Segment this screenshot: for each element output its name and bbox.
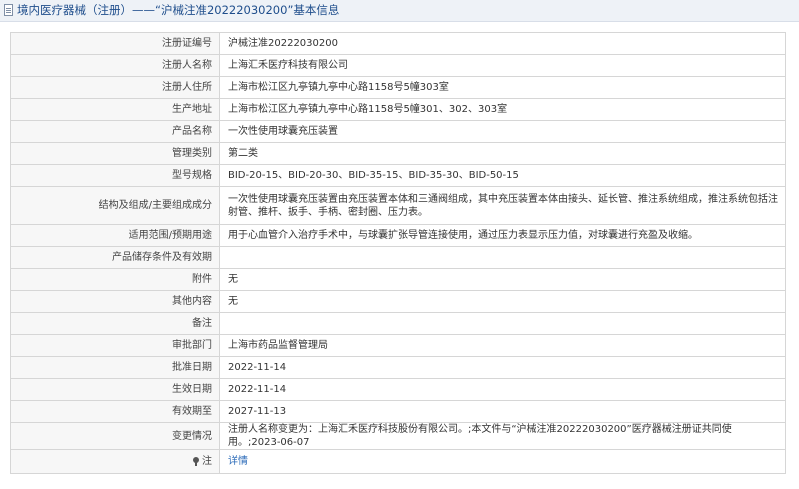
registrant-name-row: 注册人名称 上海汇禾医疗科技有限公司 bbox=[10, 54, 786, 77]
info-table-body: 注册证编号 沪械注准20222030200 注册人名称 上海汇禾医疗科技有限公司 注册人… bbox=[10, 32, 786, 474]
note-label-text: 注 bbox=[202, 455, 212, 467]
field-value: 第二类 bbox=[219, 142, 786, 165]
field-label: 注册人名称 bbox=[10, 54, 220, 77]
field-label: 变更情况 bbox=[10, 422, 220, 450]
intended-use-row: 适用范围/预期用途 用于心血管介入治疗手术中，与球囊扩张导管连接使用，通过压力表显… bbox=[10, 224, 786, 247]
field-value: 2022-11-14 bbox=[219, 378, 786, 401]
field-label: 注册人住所 bbox=[10, 76, 220, 99]
field-value: 沪械注准20222030200 bbox=[219, 32, 786, 55]
info-table: 注册证编号 沪械注准20222030200 注册人名称 上海汇禾医疗科技有限公司 注册人… bbox=[10, 32, 786, 474]
field-value: 上海市松江区九亭镇九亭中心路1158号5幢301、302、303室 bbox=[219, 98, 786, 121]
field-label: 结构及组成/主要组成成分 bbox=[10, 186, 220, 225]
field-label: 型号规格 bbox=[10, 164, 220, 187]
field-value: 一次性使用球囊充压装置 bbox=[219, 120, 786, 143]
approval-department-row: 审批部门 上海市药品监督管理局 bbox=[10, 334, 786, 357]
field-value: 上海汇禾医疗科技有限公司 bbox=[219, 54, 786, 77]
registration-number-row: 注册证编号 沪械注准20222030200 bbox=[10, 32, 786, 55]
field-label: 附件 bbox=[10, 268, 220, 291]
valid-until-row: 有效期至 2027-11-13 bbox=[10, 400, 786, 423]
field-label: 产品名称 bbox=[10, 120, 220, 143]
field-value bbox=[219, 246, 786, 269]
field-value: 2022-11-14 bbox=[219, 356, 786, 379]
pin-icon bbox=[193, 457, 199, 467]
registrant-address-row: 注册人住所 上海市松江区九亭镇九亭中心路1158号5幢303室 bbox=[10, 76, 786, 99]
field-label: 生产地址 bbox=[10, 98, 220, 121]
page-title: 境内医疗器械（注册）——“沪械注准20222030200”基本信息 bbox=[17, 3, 340, 17]
field-label: 注册证编号 bbox=[10, 32, 220, 55]
field-label: 备注 bbox=[10, 312, 220, 335]
storage-conditions-row: 产品储存条件及有效期 bbox=[10, 246, 786, 269]
field-value: 无 bbox=[219, 268, 786, 291]
note-label: 注 bbox=[193, 455, 212, 468]
field-label: 有效期至 bbox=[10, 400, 220, 423]
field-label: 批准日期 bbox=[10, 356, 220, 379]
effective-date-row: 生效日期 2022-11-14 bbox=[10, 378, 786, 401]
field-label: 审批部门 bbox=[10, 334, 220, 357]
details-link[interactable]: 详情 bbox=[228, 456, 248, 467]
product-name-row: 产品名称 一次性使用球囊充压装置 bbox=[10, 120, 786, 143]
note-label-cell: 注 bbox=[10, 449, 220, 474]
note-row: 注 详情 bbox=[10, 449, 786, 474]
model-spec-row: 型号规格 BID-20-15、BID-20-30、BID-35-15、BID-35… bbox=[10, 164, 786, 187]
field-value: 上海市松江区九亭镇九亭中心路1158号5幢303室 bbox=[219, 76, 786, 99]
field-value: 注册人名称变更为：上海汇禾医疗科技股份有限公司。;本文件与“沪械注准202220… bbox=[219, 422, 786, 450]
field-value: 上海市药品监督管理局 bbox=[219, 334, 786, 357]
field-label: 其他内容 bbox=[10, 290, 220, 313]
production-address-row: 生产地址 上海市松江区九亭镇九亭中心路1158号5幢301、302、303室 bbox=[10, 98, 786, 121]
field-value: 一次性使用球囊充压装置由充压装置本体和三通阀组成，其中充压装置本体由接头、延长管… bbox=[219, 186, 786, 225]
structure-composition-row: 结构及组成/主要组成成分 一次性使用球囊充压装置由充压装置本体和三通阀组成，其中充… bbox=[10, 186, 786, 225]
field-label: 管理类别 bbox=[10, 142, 220, 165]
approval-date-row: 批准日期 2022-11-14 bbox=[10, 356, 786, 379]
management-category-row: 管理类别 第二类 bbox=[10, 142, 786, 165]
field-label: 产品储存条件及有效期 bbox=[10, 246, 220, 269]
field-label: 适用范围/预期用途 bbox=[10, 224, 220, 247]
document-icon bbox=[4, 4, 13, 16]
remarks-row: 备注 bbox=[10, 312, 786, 335]
field-label: 生效日期 bbox=[10, 378, 220, 401]
field-value: 2027-11-13 bbox=[219, 400, 786, 423]
change-history-row: 变更情况 注册人名称变更为：上海汇禾医疗科技股份有限公司。;本文件与“沪械注准20… bbox=[10, 422, 786, 450]
other-content-row: 其他内容无 bbox=[10, 290, 786, 313]
field-value: 用于心血管介入治疗手术中，与球囊扩张导管连接使用，通过压力表显示压力值，对球囊进… bbox=[219, 224, 786, 247]
field-value: 无 bbox=[219, 290, 786, 313]
field-value bbox=[219, 312, 786, 335]
attachments-row: 附件无 bbox=[10, 268, 786, 291]
field-value: BID-20-15、BID-20-30、BID-35-15、BID-35-30、… bbox=[219, 164, 786, 187]
page-title-bar: 境内医疗器械（注册）——“沪械注准20222030200”基本信息 bbox=[0, 0, 799, 22]
note-value-cell: 详情 bbox=[219, 449, 786, 474]
